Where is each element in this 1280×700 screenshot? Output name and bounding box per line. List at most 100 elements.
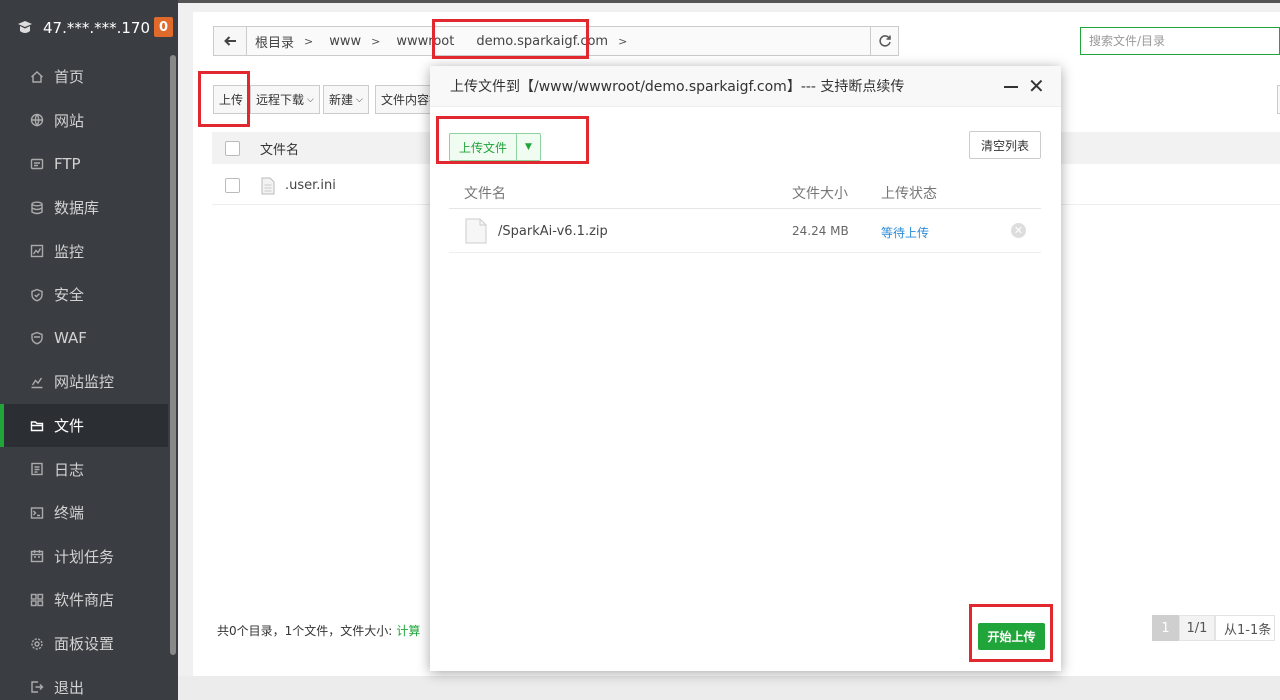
sidebar-item-app-store[interactable]: 软件商店 <box>0 578 178 622</box>
refresh-icon <box>878 35 891 47</box>
sidebar-item-label: 数据库 <box>54 199 100 218</box>
back-button[interactable] <box>214 27 247 55</box>
chevron-down-icon: ⌵ <box>356 94 363 105</box>
sidebar-item-terminal[interactable]: 终端 <box>0 491 178 535</box>
button-label: 上传 <box>219 93 244 107</box>
breadcrumb-wwwroot[interactable]: wwwroot <box>388 27 462 55</box>
sidebar-item-security[interactable]: 安全 <box>0 273 178 317</box>
upload-file-split-button: 上传文件 ▼ <box>449 133 541 161</box>
sidebar-item-label: 网站监控 <box>54 373 115 392</box>
sidebar-menu: 首页 网站 FTP 数据库 监控 安全 WAF 网站监控 文件 日志 终端 计划… <box>0 55 178 700</box>
sidebar-item-label: 计划任务 <box>54 547 115 566</box>
sidebar-item-home[interactable]: 首页 <box>0 55 178 99</box>
upload-button[interactable]: 上传 <box>213 85 250 114</box>
sidebar-item-label: 终端 <box>54 504 85 523</box>
page-total: 1/1 <box>1179 615 1215 641</box>
sidebar-item-cron[interactable]: 计划任务 <box>0 535 178 579</box>
column-file-size: 文件大小 <box>792 186 848 202</box>
button-label: 新建 <box>329 93 354 107</box>
sidebar-item-label: 软件商店 <box>54 591 115 610</box>
caret-down-icon: ▼ <box>525 142 532 152</box>
scrollbar-thumb[interactable] <box>170 55 176 655</box>
minimize-icon[interactable] <box>1004 86 1018 88</box>
remove-file-icon[interactable]: ✕ <box>1011 223 1026 238</box>
monitor-icon <box>30 244 44 258</box>
home-icon <box>31 70 43 83</box>
breadcrumb-root[interactable]: 根目录 > <box>247 27 321 55</box>
row-checkbox[interactable] <box>225 178 240 193</box>
sidebar-item-waf[interactable]: WAF <box>0 317 178 361</box>
sidebar-item-panel-settings[interactable]: 面板设置 <box>0 622 178 666</box>
search-input[interactable] <box>1080 27 1280 55</box>
chevron-down-icon: ⌵ <box>307 94 314 105</box>
sidebar-item-website[interactable]: 网站 <box>0 99 178 143</box>
pagination: 1 1/1 从1-1条 <box>1152 615 1275 641</box>
page-current[interactable]: 1 <box>1152 615 1179 641</box>
close-icon[interactable]: ✕ <box>1028 76 1045 96</box>
sidebar-item-label: 网站 <box>54 111 85 130</box>
crumb-label: www <box>329 33 362 49</box>
sidebar-item-label: 安全 <box>54 286 85 305</box>
upload-list-header: 文件名 文件大小 上传状态 <box>449 174 1041 209</box>
ftp-icon <box>30 158 44 170</box>
terminal-icon <box>30 507 44 519</box>
logout-icon <box>31 681 44 693</box>
column-file-name[interactable]: 文件名 <box>260 139 299 158</box>
bottom-strip <box>178 676 1280 700</box>
chevron-right-icon: > <box>618 34 628 48</box>
folder-icon <box>30 420 44 431</box>
column-file-name: 文件名 <box>464 186 506 202</box>
new-button[interactable]: 新建 ⌵ <box>323 85 369 114</box>
upload-file-button[interactable]: 上传文件 <box>450 134 517 160</box>
upload-options-dropdown[interactable]: ▼ <box>517 134 540 160</box>
remote-download-button[interactable]: 远程下载 ⌵ <box>250 85 320 114</box>
sidebar-item-files[interactable]: 文件 <box>0 403 178 448</box>
sidebar-item-logs[interactable]: 日志 <box>0 447 178 491</box>
file-icon <box>261 177 275 194</box>
sidebar-item-ftp[interactable]: FTP <box>0 142 178 186</box>
file-icon <box>465 218 487 244</box>
button-label: 文件内容搜 <box>381 93 430 107</box>
sidebar-item-site-monitor[interactable]: 网站监控 <box>0 360 178 404</box>
list-item: /SparkAi-v6.1.zip 24.24 MB 等待上传 ✕ <box>449 211 1041 253</box>
sidebar-item-database[interactable]: 数据库 <box>0 186 178 230</box>
gear-icon <box>31 637 43 650</box>
breadcrumb-www[interactable]: www > <box>321 27 388 55</box>
crumb-label: demo.sparkaigf.com <box>476 33 609 49</box>
page-range: 从1-1条 <box>1215 615 1275 641</box>
dialog-title: 上传文件到【/www/wwwroot/demo.sparkaigf.com】--… <box>450 79 905 95</box>
calculate-link[interactable]: 计算 <box>396 624 420 638</box>
refresh-button[interactable] <box>870 27 898 55</box>
file-name[interactable]: .user.ini <box>285 178 336 193</box>
sidebar-item-label: 首页 <box>54 68 85 87</box>
log-icon <box>31 462 43 476</box>
sidebar-item-monitor[interactable]: 监控 <box>0 229 178 273</box>
shield-icon <box>31 288 43 302</box>
server-header: 47.***.***.170 0 <box>0 0 178 55</box>
file-summary: 共0个目录，1个文件，文件大小: 计算 <box>217 622 420 639</box>
breadcrumb-domain[interactable]: demo.sparkaigf.com > <box>468 27 635 55</box>
path-bar: 根目录 > www > wwwroot demo.sparkaigf.com > <box>213 26 899 56</box>
sidebar-scrollbar[interactable] <box>168 55 178 660</box>
upload-file-status: 等待上传 <box>881 226 930 240</box>
notification-badge[interactable]: 0 <box>154 17 173 37</box>
crumb-label: wwwroot <box>396 33 455 49</box>
select-all-checkbox[interactable] <box>225 140 240 156</box>
content-search-button[interactable]: 文件内容搜 <box>375 85 431 114</box>
calendar-icon <box>30 550 44 563</box>
clear-list-button[interactable]: 清空列表 <box>969 131 1041 159</box>
column-upload-status: 上传状态 <box>881 186 937 202</box>
chart-icon <box>31 377 43 389</box>
chevron-right-icon: > <box>371 34 381 48</box>
start-upload-button[interactable]: 开始上传 <box>978 623 1045 650</box>
sidebar-item-label: FTP <box>54 154 81 173</box>
sidebar-item-label: 退出 <box>54 678 85 697</box>
upload-file-size: 24.24 MB <box>792 224 849 238</box>
top-border <box>178 0 1280 3</box>
button-label: 远程下载 <box>256 93 305 107</box>
sidebar: 47.***.***.170 0 首页 网站 FTP 数据库 监控 安全 WAF… <box>0 0 178 700</box>
upload-file-name: /SparkAi-v6.1.zip <box>498 224 608 239</box>
sidebar-item-logout[interactable]: 退出 <box>0 665 178 700</box>
upload-dialog: 上传文件到【/www/wwwroot/demo.sparkaigf.com】--… <box>430 66 1061 671</box>
sidebar-item-label: 监控 <box>54 242 85 261</box>
